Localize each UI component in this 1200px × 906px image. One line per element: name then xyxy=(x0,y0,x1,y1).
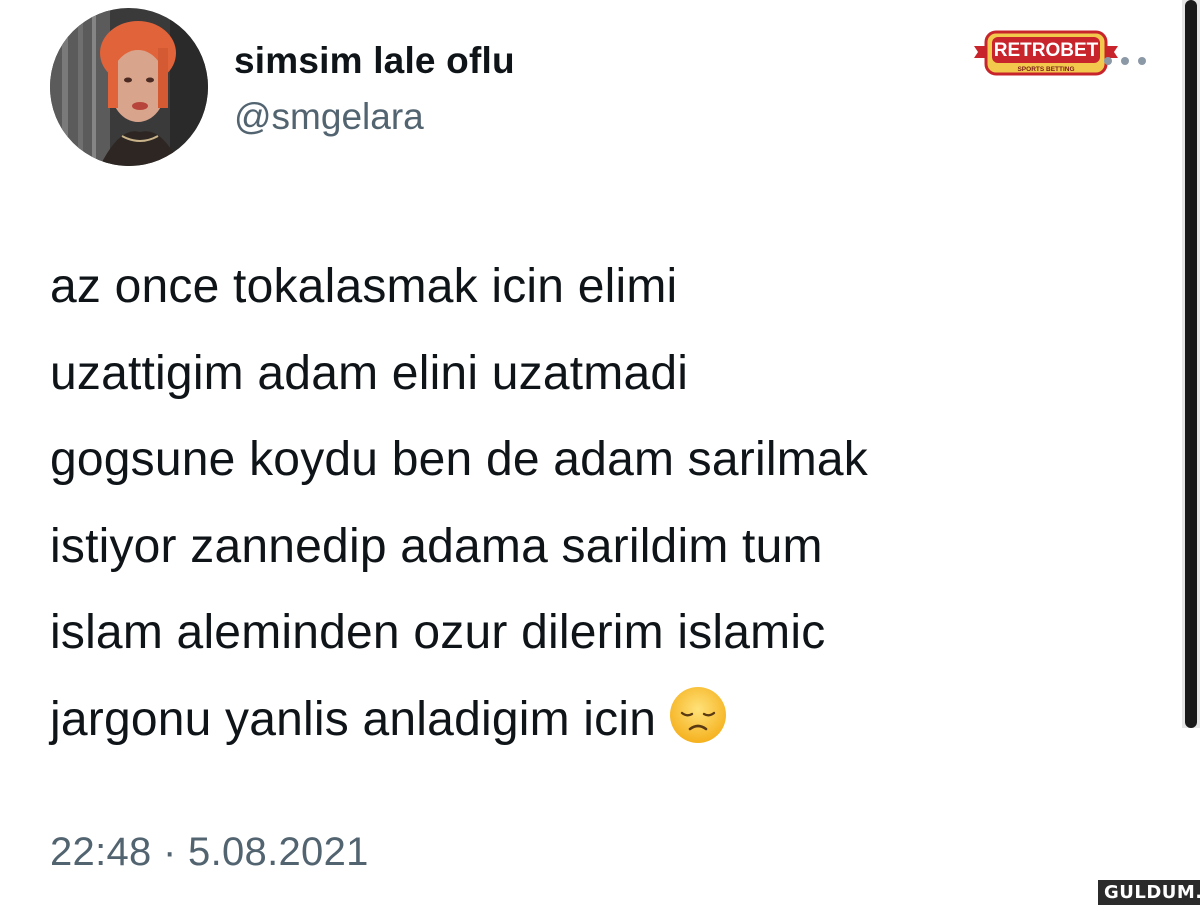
retrobet-logo: RETROBET SPORTS BETTING xyxy=(966,24,1126,84)
more-horizontal-icon[interactable] xyxy=(1104,54,1146,68)
profile-photo-icon xyxy=(50,8,208,166)
tweet-text-line: jargonu yanlis anladigim icin xyxy=(50,692,657,746)
user-handle[interactable]: @smgelara xyxy=(234,96,424,138)
disappointed-face-emoji-icon xyxy=(670,686,727,743)
tweet-timestamp[interactable]: 22:48 · 5.08.2021 xyxy=(50,830,369,875)
tweet-screenshot: simsim lale oflu @smgelara RETROBET SPOR… xyxy=(0,0,1200,906)
scrollbar[interactable] xyxy=(1182,0,1200,728)
retrobet-brand-text: RETROBET xyxy=(994,40,1099,61)
tweet-text-line-last: jargonu yanlis anladigim icin xyxy=(50,677,1160,764)
avatar[interactable] xyxy=(50,8,208,166)
retrobet-tagline-text: SPORTS BETTING xyxy=(1017,66,1074,73)
watermark: GULDUM.NET xyxy=(1098,880,1200,905)
tweet-text: az once tokalasmak icin elimi uzattigim … xyxy=(50,244,1160,763)
tweet-text-line: islam aleminden ozur dilerim islamic xyxy=(50,606,826,659)
tweet-text-line: istiyor zannedip adama sarildim tum xyxy=(50,519,823,573)
tweet-text-line: gogsune koydu ben de adam sarilmak xyxy=(50,433,868,486)
tweet-text-line: az once tokalasmak icin elimi xyxy=(50,260,678,313)
tweet-text-line: uzattigim adam elini uzatmadi xyxy=(50,346,689,400)
display-name[interactable]: simsim lale oflu xyxy=(234,40,515,82)
scrollbar-thumb[interactable] xyxy=(1185,0,1197,728)
